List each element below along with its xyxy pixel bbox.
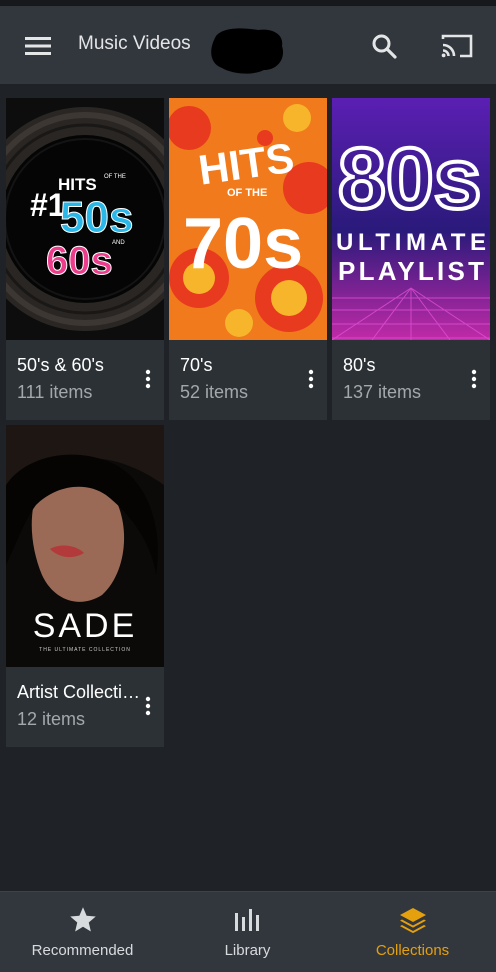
more-options-button[interactable] [136,691,160,721]
art-text: 80s [338,131,482,227]
collection-name: 80's [343,355,376,375]
art-text: AND [112,240,125,246]
collection-artwork: HITS OF THE 70s [169,98,327,340]
collection-count: 137 items [343,382,422,402]
more-options-button[interactable] [136,364,160,394]
collection-card[interactable]: HITS OF THE 70s 70's 52 items [169,98,327,420]
bottom-navigation: Recommended Library Collections [0,891,496,972]
nav-item-collections[interactable]: Collections [330,892,495,972]
art-text: PLAYLIST [338,256,484,286]
collection-name: Artist Collecti… [17,682,141,702]
hamburger-menu-icon [25,37,51,55]
art-text: 50s [60,193,133,242]
nav-item-library[interactable]: Library [165,892,330,972]
search-button[interactable] [362,24,406,68]
art-text: HITS [58,175,97,194]
star-icon [69,907,96,932]
collection-artwork: #1 HITS OF THE 50s AND 60s [6,98,164,340]
nav-label: Collections [375,942,450,959]
library-bars-icon [234,909,259,931]
art-text: ULTIMATE [336,229,486,256]
search-icon [372,34,397,59]
collection-count: 111 items [17,382,93,402]
collection-card[interactable]: #1 HITS OF THE 50s AND 60s 50's & 60's 1… [6,98,164,420]
art-text: 60s [46,239,113,283]
collection-artwork: SADE THE ULTIMATE COLLECTION [6,425,164,667]
collection-count: 12 items [17,709,86,729]
art-text: THE ULTIMATE COLLECTION [39,647,131,653]
art-text: 70s [183,204,303,284]
art-text: OF THE [104,174,126,180]
page-title: Music Videos [78,33,191,54]
collection-card[interactable]: 80s ULTIMATE PLAYLIST 80's 137 items [332,98,490,420]
stack-layers-icon [399,908,426,934]
more-options-button[interactable] [299,364,323,394]
cast-button[interactable] [434,24,480,68]
nav-label: Library [224,942,271,959]
app-bar: Music Videos [0,6,496,84]
collection-count: 52 items [180,382,249,402]
more-vert-icon [145,696,151,716]
more-vert-icon [308,369,314,389]
collection-name: 50's & 60's [17,355,104,375]
cast-icon [441,34,473,58]
collection-card[interactable]: SADE THE ULTIMATE COLLECTION Artist Coll… [6,425,164,747]
more-options-button[interactable] [462,364,486,394]
art-text: OF THE [227,187,267,199]
collection-name: 70's [180,355,213,375]
redaction-mark [211,28,284,74]
more-vert-icon [145,369,151,389]
menu-button[interactable] [16,24,60,68]
collection-artwork: 80s ULTIMATE PLAYLIST [332,98,490,340]
more-vert-icon [471,369,477,389]
art-text: SADE [33,607,138,645]
nav-item-recommended[interactable]: Recommended [0,892,165,972]
nav-label: Recommended [31,942,134,959]
